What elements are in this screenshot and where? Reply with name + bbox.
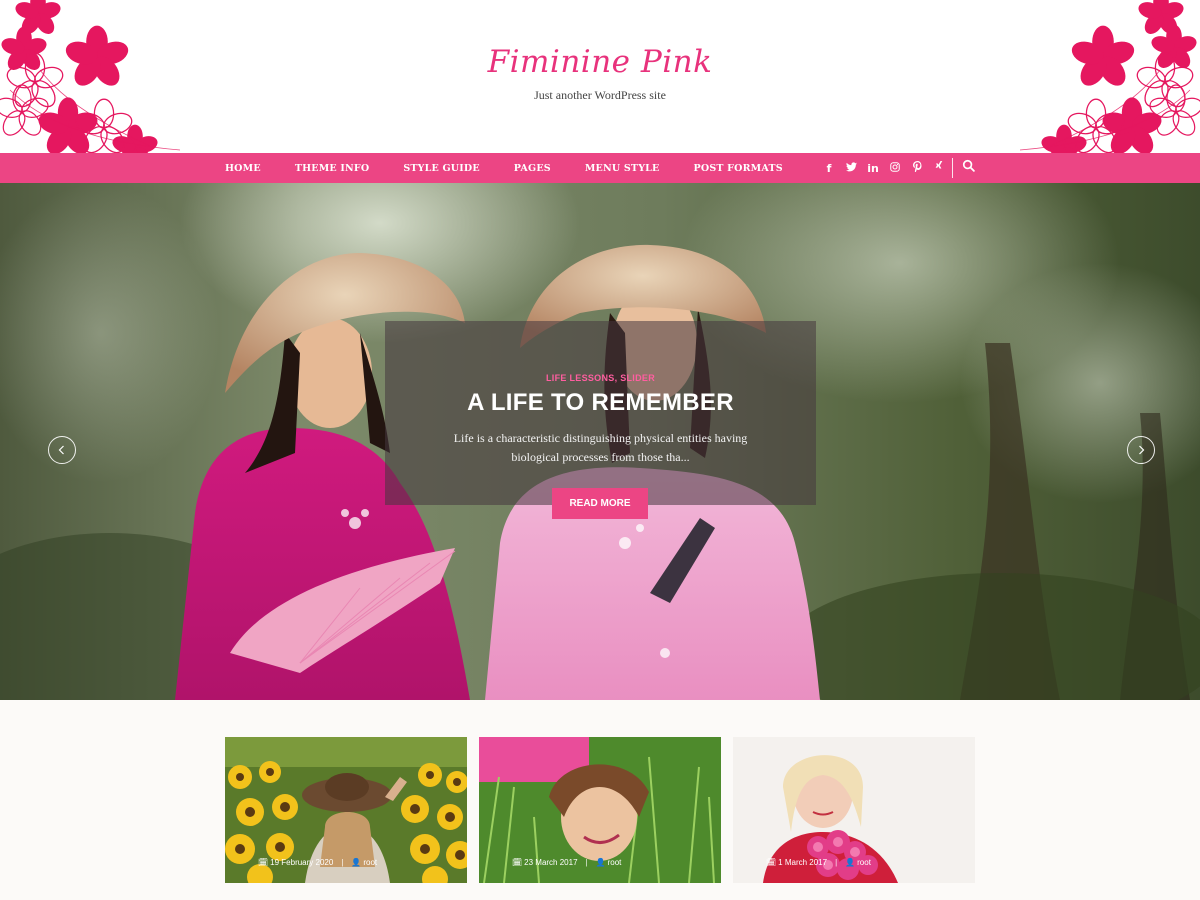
post-card[interactable]: 🗓 23 March 2017 | 👤 root — [479, 737, 721, 883]
menu-item-pages[interactable]: PAGES — [514, 163, 551, 174]
user-icon: 👤 — [595, 858, 606, 867]
instagram-icon[interactable] — [884, 161, 906, 175]
calendar-icon: 🗓 — [512, 858, 523, 867]
chevron-left-icon — [58, 445, 64, 455]
calendar-icon: 🗓 — [766, 858, 777, 867]
post-card[interactable]: 🗓 1 March 2017 | 👤 root — [733, 737, 975, 883]
twitter-icon[interactable] — [840, 161, 862, 175]
nav-divider — [952, 158, 953, 178]
meta-separator: | — [341, 858, 344, 867]
meta-separator: | — [835, 858, 838, 867]
social-links: f in — [818, 153, 950, 183]
facebook-icon[interactable]: f — [818, 162, 840, 175]
read-more-button[interactable]: READ MORE — [552, 488, 648, 519]
post-author[interactable]: root — [857, 858, 871, 867]
primary-menu: HOME THEME INFO STYLE GUIDE PAGES MENU S… — [225, 153, 817, 183]
slide-categories: LIFE LESSONS, SLIDER — [385, 373, 816, 383]
pinterest-icon[interactable] — [906, 161, 928, 175]
main-navigation: HOME THEME INFO STYLE GUIDE PAGES MENU S… — [0, 153, 1200, 183]
chevron-right-icon — [1139, 445, 1145, 455]
slide-excerpt: Life is a characteristic distinguishing … — [453, 431, 748, 464]
post-date[interactable]: 23 March 2017 — [524, 858, 577, 867]
slide-caption: LIFE LESSONS, SLIDER A LIFE TO REMEMBER … — [385, 321, 816, 505]
calendar-icon: 🗓 — [258, 858, 269, 867]
floral-decoration-right-icon — [1019, 0, 1200, 153]
post-meta: 🗓 19 February 2020 | 👤 root — [258, 858, 377, 867]
user-icon: 👤 — [845, 858, 856, 867]
site-header: Fiminine Pink Just another WordPress sit… — [0, 0, 1200, 153]
hero-slider: LIFE LESSONS, SLIDER A LIFE TO REMEMBER … — [0, 183, 1200, 700]
meta-separator: | — [585, 858, 588, 867]
menu-item-home[interactable]: HOME — [225, 163, 261, 174]
search-icon[interactable] — [962, 159, 978, 175]
slider-next-button[interactable] — [1127, 436, 1155, 464]
post-date[interactable]: 19 February 2020 — [270, 858, 333, 867]
menu-item-theme-info[interactable]: THEME INFO — [295, 163, 370, 174]
post-meta: 🗓 23 March 2017 | 👤 root — [512, 858, 621, 867]
post-card[interactable]: 🗓 19 February 2020 | 👤 root — [225, 737, 467, 883]
slider-prev-button[interactable] — [48, 436, 76, 464]
category-separator: , — [614, 373, 618, 383]
recent-posts: 🗓 19 February 2020 | 👤 root 🗓 23 March 2… — [0, 700, 1200, 900]
xing-icon[interactable] — [928, 161, 950, 175]
menu-item-menu-style[interactable]: MENU STYLE — [585, 163, 660, 174]
slide-title[interactable]: A LIFE TO REMEMBER — [385, 389, 816, 417]
post-author[interactable]: root — [608, 858, 622, 867]
post-date[interactable]: 1 March 2017 — [778, 858, 827, 867]
user-icon: 👤 — [351, 858, 362, 867]
category-link-life-lessons[interactable]: LIFE LESSONS — [546, 373, 615, 383]
menu-item-post-formats[interactable]: POST FORMATS — [694, 163, 783, 174]
post-meta: 🗓 1 March 2017 | 👤 root — [766, 858, 871, 867]
category-link-slider[interactable]: SLIDER — [620, 373, 655, 383]
linkedin-icon[interactable]: in — [862, 162, 884, 175]
menu-item-style-guide[interactable]: STYLE GUIDE — [403, 163, 479, 174]
post-author[interactable]: root — [363, 858, 377, 867]
